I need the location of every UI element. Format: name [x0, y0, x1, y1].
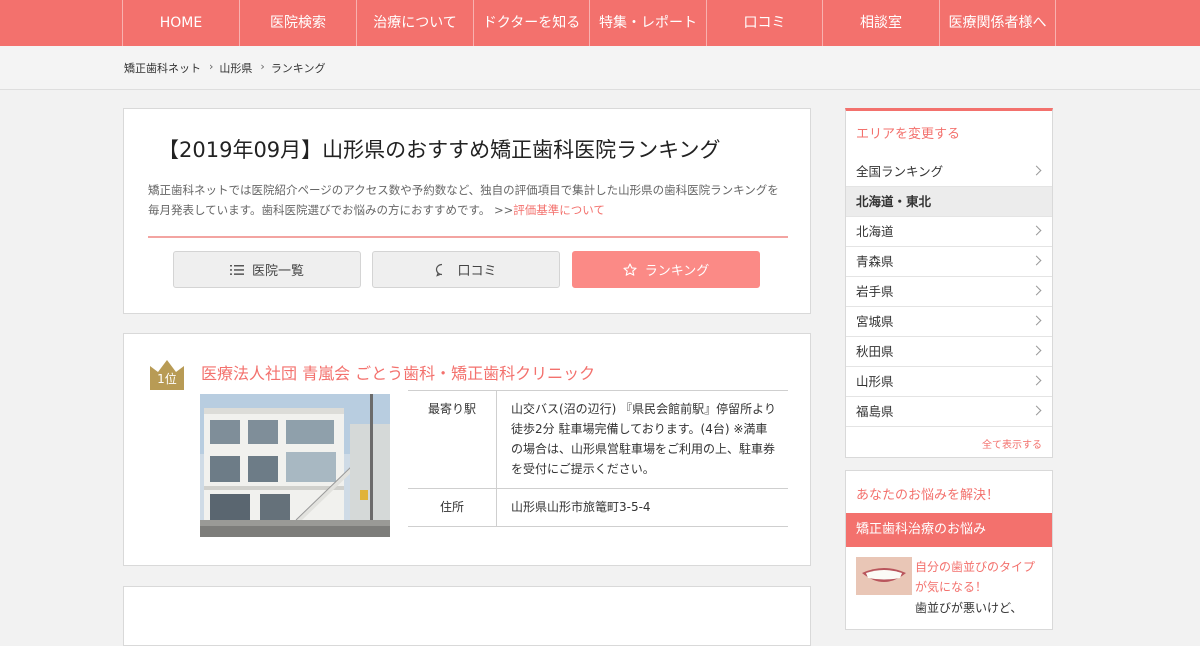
clinic-ranking-card-next	[123, 586, 811, 646]
station-label: 最寄り駅	[408, 390, 497, 489]
worry-panel-title: あなたのお悩みを解決！	[856, 488, 1000, 503]
page-title: 【2019年09月】山形県のおすすめ矯正歯科医院ランキング	[158, 138, 721, 162]
area-item-hokkaido[interactable]: 北海道	[846, 217, 1052, 247]
area-item-iwate[interactable]: 岩手県	[846, 277, 1052, 307]
area-item-label: 福島県	[856, 404, 894, 419]
area-item-label: 全国ランキング	[856, 164, 944, 179]
area-item-miyagi[interactable]: 宮城県	[846, 307, 1052, 337]
divider	[148, 236, 788, 238]
tab-clinic-list-label: 医院一覧	[251, 264, 304, 279]
chevron-right-icon	[1031, 375, 1042, 386]
nav-clinic-search[interactable]: 医院検索	[239, 0, 356, 46]
breadcrumb-prefecture[interactable]: 山形県	[219, 60, 252, 76]
worry-link[interactable]: 自分の歯並びのタイプが気になる！	[915, 557, 1043, 597]
show-all-areas-link[interactable]: 全て表示する	[982, 436, 1042, 451]
breadcrumb-bar: 矯正歯科ネット › 山形県 › ランキング	[0, 46, 1200, 90]
tab-ranking[interactable]: ランキング	[572, 251, 760, 288]
nav-reviews[interactable]: 口コミ	[706, 0, 822, 46]
global-nav-items: HOME 医院検索 治療について ドクターを知る 特集・レポート 口コミ 相談室…	[122, 0, 1056, 46]
tab-reviews-label: 口コミ	[457, 264, 497, 279]
nav-features[interactable]: 特集・レポート	[589, 0, 706, 46]
area-item-akita[interactable]: 秋田県	[846, 337, 1052, 367]
nav-consultation[interactable]: 相談室	[822, 0, 939, 46]
table-row: 最寄り駅 山交バス(沼の辺行) 『県民会館前駅』停留所より徒歩2分 駐車場完備し…	[408, 390, 788, 489]
area-item-label: 青森県	[856, 254, 894, 269]
list-icon	[229, 264, 244, 276]
breadcrumb-home[interactable]: 矯正歯科ネット	[124, 60, 201, 76]
chevron-right-icon	[1031, 315, 1042, 326]
chevron-right-icon	[1031, 255, 1042, 266]
worry-category-band[interactable]: 矯正歯科治療のお悩み	[846, 513, 1052, 547]
chevron-right-icon	[1031, 225, 1042, 236]
rank-crown-badge: 1位	[148, 356, 186, 392]
area-item-label: 秋田県	[856, 344, 894, 359]
clinic-ranking-card: 1位 医療法人社団 青嵐会 ごとう歯科・矯正歯科クリニック 最寄り駅 山交バス(…	[123, 333, 811, 566]
ranking-intro-card: 【2019年09月】山形県のおすすめ矯正歯科医院ランキング 矯正歯科ネットでは医…	[123, 108, 811, 314]
station-value: 山交バス(沼の辺行) 『県民会館前駅』停留所より徒歩2分 駐車場完備しております…	[496, 390, 788, 489]
area-item-label: 北海道	[856, 224, 894, 239]
area-item-label: 山形県	[856, 374, 894, 389]
criteria-link[interactable]: 評価基準について	[513, 203, 605, 217]
breadcrumb-separator: ›	[209, 60, 214, 73]
intro-description-text: 矯正歯科ネットでは医院紹介ページのアクセス数や予約数など、独自の評価項目で集計し…	[148, 183, 779, 217]
area-list: 全国ランキング 北海道・東北 北海道 青森県 岩手県 宮城県 秋田県 山形県 福…	[846, 157, 1052, 427]
area-change-panel: エリアを変更する 全国ランキング 北海道・東北 北海道 青森県 岩手県 宮城県 …	[845, 108, 1053, 458]
clinic-photo[interactable]	[200, 394, 390, 537]
area-item-fukushima[interactable]: 福島県	[846, 397, 1052, 427]
nav-treatment[interactable]: 治療について	[356, 0, 473, 46]
worry-text: 歯並びが悪いけど、	[915, 601, 1023, 615]
nav-professionals[interactable]: 医療関係者様へ	[939, 0, 1056, 46]
nav-doctors[interactable]: ドクターを知る	[473, 0, 589, 46]
intro-description: 矯正歯科ネットでは医院紹介ページのアクセス数や予約数など、独自の評価項目で集計し…	[148, 180, 788, 220]
area-item-label: 宮城県	[856, 314, 894, 329]
chevron-right-icon	[1031, 165, 1042, 176]
area-item-yamagata[interactable]: 山形県	[846, 367, 1052, 397]
area-item-national[interactable]: 全国ランキング	[846, 157, 1052, 187]
chat-icon	[435, 263, 449, 277]
area-item-aomori[interactable]: 青森県	[846, 247, 1052, 277]
tab-ranking-label: ランキング	[644, 264, 710, 279]
address-label: 住所	[408, 488, 497, 527]
area-item-hokkaido-tohoku[interactable]: 北海道・東北	[846, 187, 1052, 217]
global-nav: HOME 医院検索 治療について ドクターを知る 特集・レポート 口コミ 相談室…	[0, 0, 1200, 46]
clinic-info-table: 最寄り駅 山交バス(沼の辺行) 『県民会館前駅』停留所より徒歩2分 駐車場完備し…	[408, 390, 788, 527]
area-item-label: 北海道・東北	[856, 194, 932, 209]
area-panel-title: エリアを変更する	[856, 127, 961, 142]
address-value: 山形県山形市旅篭町3-5-4	[496, 488, 788, 527]
breadcrumb-current: ランキング	[270, 62, 326, 75]
chevron-right-icon	[1031, 285, 1042, 296]
chevron-right-icon	[1031, 405, 1042, 416]
table-row: 住所 山形県山形市旅篭町3-5-4	[408, 488, 788, 527]
chevron-right-icon	[1031, 345, 1042, 356]
area-item-label: 岩手県	[856, 284, 894, 299]
tab-clinic-list[interactable]: 医院一覧	[173, 251, 361, 288]
rank-number: 1位	[157, 372, 177, 386]
breadcrumb: 矯正歯科ネット › 山形県 › ランキング	[124, 60, 325, 76]
breadcrumb-separator: ›	[260, 60, 265, 73]
star-icon	[623, 262, 637, 277]
teeth-thumbnail[interactable]	[856, 557, 912, 595]
tab-reviews[interactable]: 口コミ	[372, 251, 560, 288]
clinic-name-link[interactable]: 医療法人社団 青嵐会 ごとう歯科・矯正歯科クリニック	[201, 360, 595, 384]
nav-home[interactable]: HOME	[122, 0, 239, 46]
worry-panel: あなたのお悩みを解決！ 矯正歯科治療のお悩み 自分の歯並びのタイプが気になる！ …	[845, 470, 1053, 630]
